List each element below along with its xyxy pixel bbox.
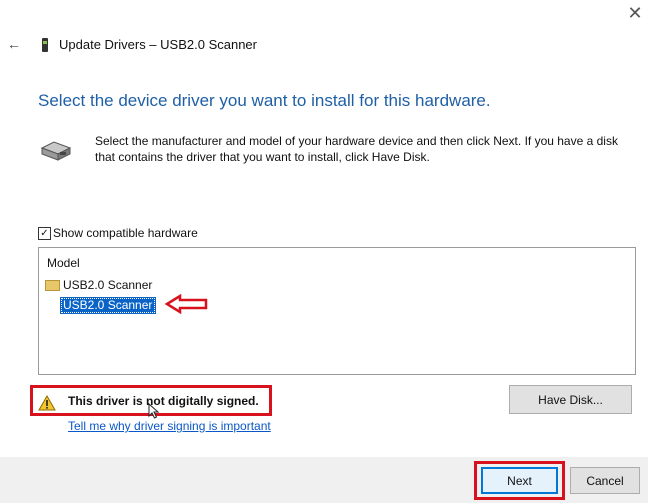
- show-compatible-label[interactable]: Show compatible hardware: [53, 226, 198, 240]
- close-icon: ✕: [627, 2, 643, 23]
- device-icon: [42, 38, 48, 52]
- instruction-text: Select the manufacturer and model of you…: [95, 134, 618, 164]
- red-arrow-icon: [164, 293, 208, 315]
- manufacturer-item[interactable]: USB2.0 Scanner: [63, 278, 152, 292]
- checkmark-icon: ✓: [40, 228, 49, 239]
- back-arrow-icon: ←: [7, 36, 21, 52]
- cancel-button[interactable]: Cancel: [570, 467, 640, 494]
- warning-icon: [38, 395, 56, 411]
- model-item-selected[interactable]: USB2.0 Scanner: [60, 297, 156, 314]
- have-disk-button[interactable]: Have Disk...: [509, 385, 632, 414]
- window-title: Update Drivers – USB2.0 Scanner: [59, 37, 257, 52]
- list-column-header: Model: [47, 256, 80, 270]
- hardware-icon: [40, 141, 72, 161]
- close-button[interactable]: ✕: [622, 0, 648, 26]
- page-heading: Select the device driver you want to ins…: [38, 91, 491, 110]
- show-compatible-checkbox[interactable]: ✓: [38, 227, 51, 240]
- back-button[interactable]: ←: [4, 34, 24, 54]
- mouse-cursor-icon: [148, 403, 160, 419]
- driver-signing-link[interactable]: Tell me why driver signing is important: [68, 419, 271, 433]
- next-button[interactable]: Next: [481, 467, 558, 494]
- unsigned-driver-warning: This driver is not digitally signed.: [68, 394, 259, 408]
- folder-icon: [45, 280, 60, 291]
